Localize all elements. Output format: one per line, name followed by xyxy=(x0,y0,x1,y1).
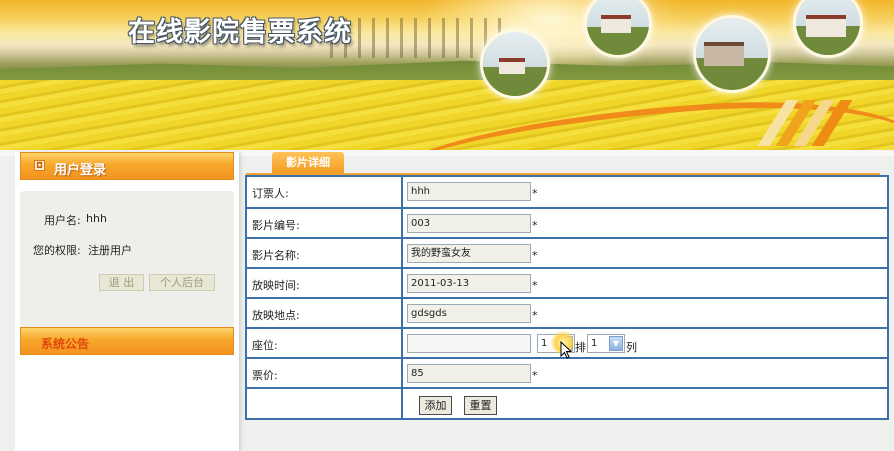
required-mark: * xyxy=(532,249,538,262)
banner-photo-village xyxy=(480,29,550,99)
seat-col-value: 1 xyxy=(591,338,598,349)
seat-col-unit: 列 xyxy=(626,341,637,354)
movie-id-label: 影片编号: xyxy=(252,219,300,232)
price-input[interactable]: 85 xyxy=(407,364,531,383)
login-panel-title: 用户登录 xyxy=(54,163,107,178)
showtime-input[interactable]: 2011-03-13 xyxy=(407,274,531,293)
form-row-movie-name: 影片名称: 我的野蛮女友 * xyxy=(247,237,887,267)
header-banner: 在线影院售票系统 xyxy=(0,0,894,150)
personal-backend-button[interactable]: 个人后台 xyxy=(149,274,215,291)
seat-label: 座位: xyxy=(252,339,278,352)
form-row-price: 票价: 85 * xyxy=(247,357,887,387)
venue-input[interactable]: gdsgds xyxy=(407,304,531,323)
add-button[interactable]: 添加 xyxy=(419,396,452,415)
seat-row-value: 1 xyxy=(541,338,548,349)
required-mark: * xyxy=(532,219,538,232)
form-row-movie-id: 影片编号: 003 * xyxy=(247,207,887,237)
showtime-label: 放映时间: xyxy=(252,279,300,292)
venue-label: 放映地点: xyxy=(252,309,300,322)
required-mark: * xyxy=(532,279,538,292)
notice-panel-header: 系统公告 xyxy=(20,327,234,355)
seat-col-select[interactable]: 1 ▼ xyxy=(587,334,625,353)
sidebar: ◘ 用户登录 用户名: hhh 您的权限: 注册用户 退 出 个人后台 系统公告 xyxy=(15,152,239,451)
tab-movie-details[interactable]: 影片详细 xyxy=(272,152,344,174)
chevron-down-icon: ▼ xyxy=(609,336,623,351)
form-row-booker: 订票人: hhh * xyxy=(247,177,887,207)
role-label: 您的权限: xyxy=(33,244,81,257)
seat-input[interactable] xyxy=(407,334,531,353)
banner-photo-house xyxy=(793,0,863,58)
movie-id-input[interactable]: 003 xyxy=(407,214,531,233)
movie-name-label: 影片名称: xyxy=(252,249,300,262)
required-mark: * xyxy=(532,187,538,200)
notice-panel-title: 系统公告 xyxy=(41,337,90,351)
login-info-box: 用户名: hhh 您的权限: 注册用户 退 出 个人后台 xyxy=(20,191,234,328)
banner-photo-farmhouse xyxy=(584,0,652,58)
required-mark: * xyxy=(532,309,538,322)
required-mark: * xyxy=(532,369,538,382)
reset-button[interactable]: 重置 xyxy=(464,396,497,415)
username-value: hhh xyxy=(86,212,107,225)
logout-button[interactable]: 退 出 xyxy=(99,274,144,291)
username-label: 用户名: xyxy=(44,214,81,227)
seat-row-unit: 排 xyxy=(575,341,586,354)
form-row-actions: 添加 重置 xyxy=(247,387,887,418)
booker-input[interactable]: hhh xyxy=(407,182,531,201)
form-row-showtime: 放映时间: 2011-03-13 * xyxy=(247,267,887,297)
price-label: 票价: xyxy=(252,369,278,382)
form-row-venue: 放映地点: gdsgds * xyxy=(247,297,887,327)
mouse-pointer-icon xyxy=(560,341,572,359)
booker-label: 订票人: xyxy=(252,187,289,200)
banner-photo-barn xyxy=(693,15,771,93)
panel-bullet-icon: ◘ xyxy=(34,160,45,171)
login-panel-header: ◘ 用户登录 xyxy=(20,152,234,180)
movie-name-input[interactable]: 我的野蛮女友 xyxy=(407,244,531,263)
role-value: 注册用户 xyxy=(88,244,132,257)
booking-form: 订票人: hhh * 影片编号: 003 * 影片名称: 我的野蛮女友 * 放映… xyxy=(245,175,889,420)
site-title: 在线影院售票系统 xyxy=(128,17,352,48)
